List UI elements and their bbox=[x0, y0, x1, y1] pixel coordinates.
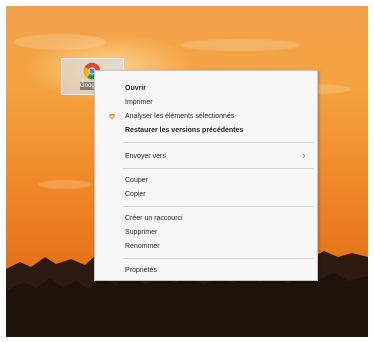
menu-item-label: Analyser les éléments sélectionnés bbox=[125, 113, 235, 120]
menu-item-label: Couper bbox=[125, 177, 148, 184]
menu-item-label: Ouvrir bbox=[125, 85, 147, 92]
menu-item-label: Imprimer bbox=[125, 99, 153, 106]
cloud-shape bbox=[38, 180, 92, 189]
menu-item-label: Copier bbox=[125, 191, 146, 198]
menu-separator bbox=[123, 206, 313, 207]
menu-separator bbox=[123, 168, 313, 169]
menu-item-create-shortcut[interactable]: Créer un raccourci bbox=[95, 212, 317, 225]
menu-item-restore-previous-versions[interactable]: Restaurer les versions précédentes bbox=[95, 124, 317, 137]
menu-item-label: Créer un raccourci bbox=[125, 215, 183, 222]
screenshot-frame: Google Chrome Ouvrir Imprimer Analyser l… bbox=[0, 0, 374, 342]
menu-item-label: Envoyer vers bbox=[125, 153, 166, 160]
chevron-right-icon: › bbox=[302, 150, 306, 162]
menu-item-cut[interactable]: Couper bbox=[95, 174, 317, 187]
menu-item-scan-selected[interactable]: Analyser les éléments sélectionnés bbox=[95, 110, 317, 123]
desktop-background: Google Chrome Ouvrir Imprimer Analyser l… bbox=[6, 6, 368, 337]
menu-item-rename[interactable]: Renommer bbox=[95, 240, 317, 253]
cloud-shape bbox=[14, 34, 106, 50]
menu-item-label: Renommer bbox=[125, 243, 160, 250]
menu-item-send-to[interactable]: Envoyer vers › bbox=[95, 150, 317, 163]
shield-icon bbox=[109, 113, 115, 120]
menu-item-label: Supprimer bbox=[125, 229, 158, 236]
menu-item-open[interactable]: Ouvrir bbox=[95, 82, 317, 95]
menu-item-label: Restaurer les versions précédentes bbox=[125, 127, 244, 134]
menu-item-label: Propriétés bbox=[125, 267, 157, 274]
menu-separator bbox=[123, 258, 313, 259]
menu-item-copy[interactable]: Copier bbox=[95, 188, 317, 201]
menu-item-print[interactable]: Imprimer bbox=[95, 96, 317, 109]
menu-item-delete[interactable]: Supprimer bbox=[95, 226, 317, 239]
cloud-shape bbox=[180, 39, 300, 51]
context-menu: Ouvrir Imprimer Analyser les éléments sé… bbox=[94, 70, 318, 281]
menu-item-properties[interactable]: Propriétés bbox=[95, 264, 317, 277]
menu-separator bbox=[123, 142, 313, 143]
